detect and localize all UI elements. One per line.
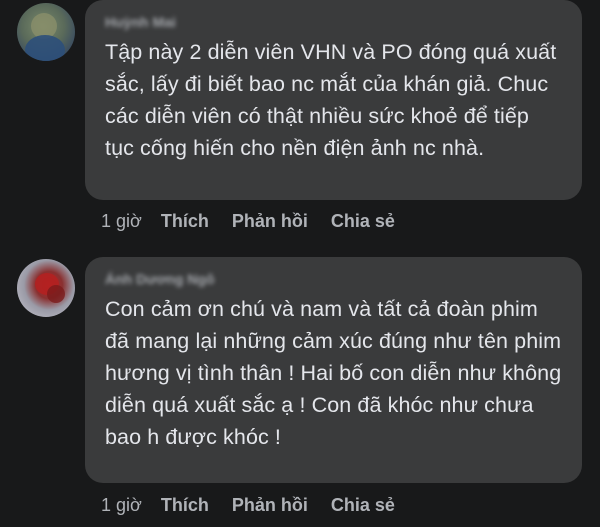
comment-bubble: Ánh Dương Ngô Con cảm ơn chú và nam và t… bbox=[85, 257, 582, 483]
avatar[interactable] bbox=[17, 259, 75, 317]
like-button[interactable]: Thích bbox=[161, 211, 209, 232]
comment-bubble: Huỳnh Mai Tập này 2 diễn viên VHN và PO … bbox=[85, 0, 582, 200]
reply-button[interactable]: Phản hồi bbox=[232, 211, 308, 232]
comment-text: Con cảm ơn chú và nam và tất cả đoàn phi… bbox=[105, 297, 562, 449]
comment-text: Tập này 2 diễn viên VHN và PO đóng quá x… bbox=[105, 40, 557, 160]
comment-actions: 1 giờ Thích Phản hồi Chia sẻ bbox=[101, 495, 418, 516]
comment-author[interactable]: Huỳnh Mai bbox=[105, 10, 564, 34]
share-button[interactable]: Chia sẻ bbox=[331, 495, 395, 516]
avatar[interactable] bbox=[17, 3, 75, 61]
comment-author[interactable]: Ánh Dương Ngô bbox=[105, 267, 564, 291]
comment-actions: 1 giờ Thích Phản hồi Chia sẻ bbox=[101, 211, 418, 232]
comment-timestamp[interactable]: 1 giờ bbox=[101, 211, 142, 232]
share-button[interactable]: Chia sẻ bbox=[331, 211, 395, 232]
comment-timestamp[interactable]: 1 giờ bbox=[101, 495, 142, 516]
like-button[interactable]: Thích bbox=[161, 495, 209, 516]
reply-button[interactable]: Phản hồi bbox=[232, 495, 308, 516]
